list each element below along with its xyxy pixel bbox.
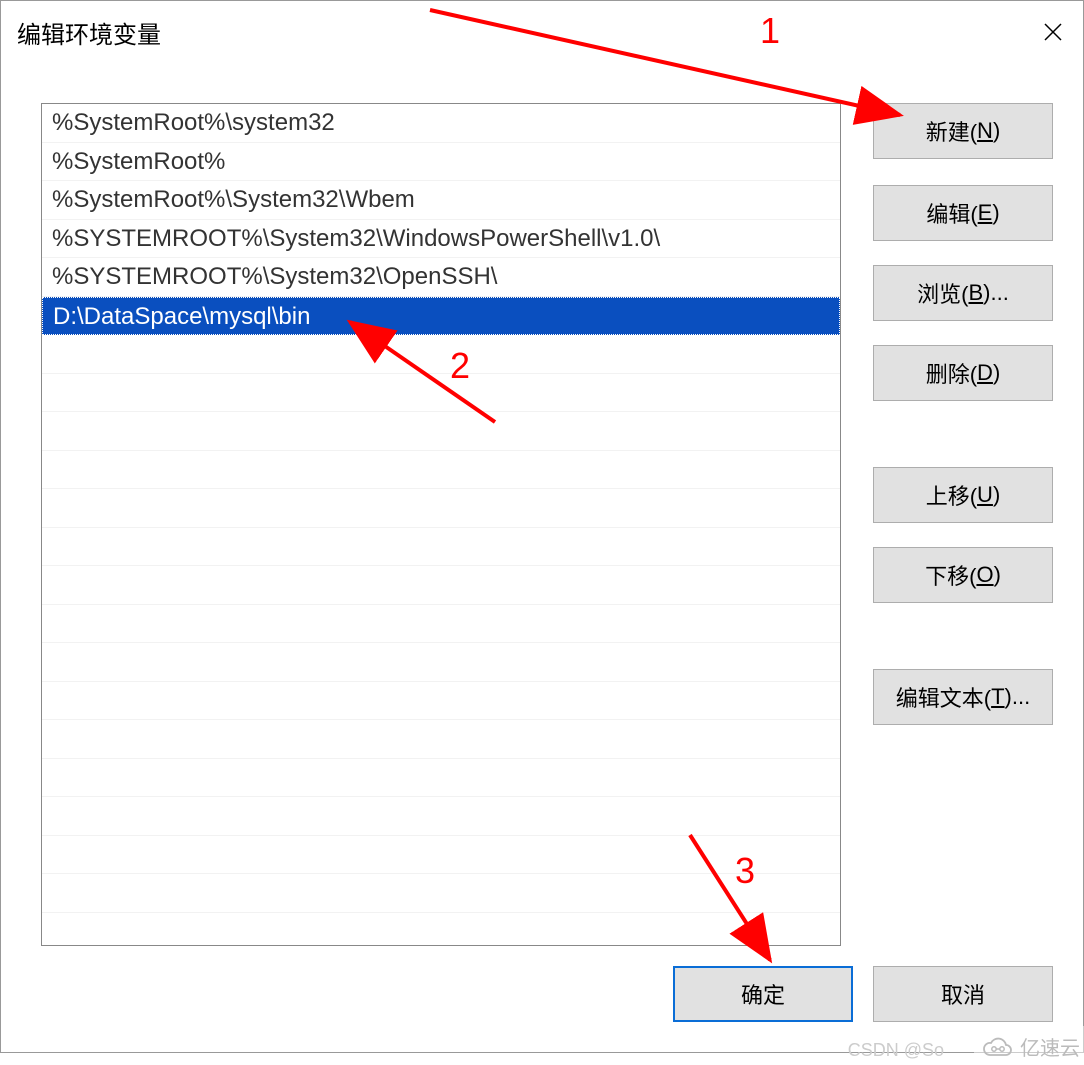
suffix: )... [983,280,1009,306]
move-up-button[interactable]: 上移(U) [873,467,1053,523]
titlebar: 编辑环境变量 [1,1,1083,63]
delete-button[interactable]: 删除(D) [873,345,1053,401]
list-item[interactable] [42,451,840,490]
list-item[interactable] [42,874,840,913]
list-item[interactable]: %SYSTEMROOT%\System32\OpenSSH\ [42,258,840,297]
mnemonic: B [968,280,983,306]
label: 删除( [926,357,977,389]
list-item[interactable] [42,836,840,875]
side-buttons: 新建(N) 编辑(E) 浏览(B)... 删除(D) 上移(U) 下移(O) [873,103,1053,946]
list-item[interactable]: %SYSTEMROOT%\System32\WindowsPowerShell\… [42,220,840,259]
list-item[interactable] [42,759,840,798]
list-item[interactable] [42,412,840,451]
label: 浏览( [917,277,968,309]
move-down-button[interactable]: 下移(O) [873,547,1053,603]
watermark-csdn: CSDN @So [848,1040,944,1061]
watermark-logo-text: 亿速云 [1020,1032,1080,1061]
mnemonic: D [977,360,993,386]
suffix: ) [993,482,1000,508]
label: 新建( [926,115,977,147]
suffix: ) [993,118,1000,144]
list-item[interactable] [42,528,840,567]
path-listbox[interactable]: %SystemRoot%\system32%SystemRoot%%System… [41,103,841,946]
env-var-dialog: 编辑环境变量 %SystemRoot%\system32%SystemRoot%… [0,0,1084,1053]
watermark-logo: 亿速云 [974,1026,1084,1063]
dialog-title: 编辑环境变量 [17,15,161,50]
list-item[interactable] [42,643,840,682]
ok-button[interactable]: 确定 [673,966,853,1022]
list-item[interactable] [42,720,840,759]
suffix: )... [1005,684,1031,710]
label: 下移( [925,559,976,591]
list-item[interactable] [42,489,840,528]
list-item[interactable]: %SystemRoot% [42,143,840,182]
list-item[interactable] [42,566,840,605]
dialog-body: %SystemRoot%\system32%SystemRoot%%System… [1,63,1083,966]
list-item[interactable]: D:\DataSpace\mysql\bin [42,297,840,336]
close-button[interactable] [1023,9,1083,55]
mnemonic: T [991,684,1004,710]
new-button[interactable]: 新建(N) [873,103,1053,159]
mnemonic: U [977,482,993,508]
list-item[interactable] [42,335,840,374]
browse-button[interactable]: 浏览(B)... [873,265,1053,321]
suffix: ) [994,562,1001,588]
label: 编辑文本( [896,681,991,713]
label: 上移( [926,479,977,511]
list-item[interactable]: %SystemRoot%\System32\Wbem [42,181,840,220]
edit-text-button[interactable]: 编辑文本(T)... [873,669,1053,725]
list-item[interactable] [42,797,840,836]
suffix: ) [992,200,999,226]
edit-button[interactable]: 编辑(E) [873,185,1053,241]
list-item[interactable] [42,682,840,721]
label: 编辑( [926,197,977,229]
cancel-button[interactable]: 取消 [873,966,1053,1022]
list-item[interactable]: %SystemRoot%\system32 [42,104,840,143]
list-item[interactable] [42,605,840,644]
mnemonic: E [978,200,993,226]
mnemonic: O [976,562,993,588]
list-item[interactable] [42,374,840,413]
mnemonic: N [977,118,993,144]
suffix: ) [993,360,1000,386]
close-icon [1043,22,1063,42]
cloud-icon [980,1035,1014,1059]
